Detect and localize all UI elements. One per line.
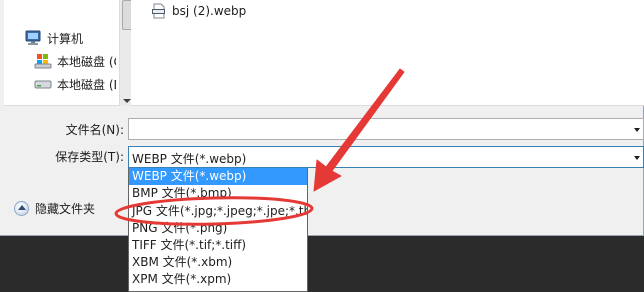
filetype-option-xbm[interactable]: XBM 文件(*.xbm) <box>129 254 307 271</box>
hide-folders-label: 隐藏文件夹 <box>35 201 96 216</box>
filetype-option-xpm[interactable]: XPM 文件(*.xpm) <box>129 271 307 288</box>
filetype-option-tiff[interactable]: TIFF 文件(*.tif;*.tiff) <box>129 237 307 254</box>
local-disk-icon <box>34 54 52 69</box>
nav-item-label: 计算机 <box>47 31 84 46</box>
computer-icon <box>25 30 41 45</box>
nav-item-label: 本地磁盘 (D <box>57 77 116 92</box>
filetype-option-jpg[interactable]: JPG 文件(*.jpg;*.jpeg;*.jpe;*.tbi) <box>129 203 307 220</box>
filetype-select[interactable]: WEBP 文件(*.webp) <box>128 146 644 168</box>
filetype-selected-value: WEBP 文件(*.webp) <box>132 152 247 166</box>
filename-label: 文件名(N): <box>65 123 124 137</box>
drive-icon <box>34 80 52 89</box>
filename-input[interactable] <box>131 121 621 137</box>
filetype-dropdown-list: WEBP 文件(*.webp) BMP 文件(*.bmp) JPG 文件(*.j… <box>128 168 308 292</box>
webp-file-icon <box>152 3 165 19</box>
file-list-pane: bsj (2).webp <box>131 0 644 106</box>
file-item[interactable]: bsj (2).webp <box>151 2 246 20</box>
filetype-label: 保存类型(T): <box>55 150 124 164</box>
chevron-down-icon[interactable] <box>634 128 640 132</box>
navigation-pane: 计算机 本地磁盘 (C 本地磁盘 (D <box>4 0 134 106</box>
background-area <box>0 236 128 292</box>
scroll-down-arrow-icon[interactable] <box>123 99 131 103</box>
chevron-down-icon[interactable] <box>634 156 640 160</box>
nav-item-local-disk-c[interactable]: 本地磁盘 (C <box>34 52 116 70</box>
filetype-option-webp[interactable]: WEBP 文件(*.webp) <box>129 168 307 185</box>
filetype-option-bmp[interactable]: BMP 文件(*.bmp) <box>129 185 307 202</box>
filename-combobox[interactable] <box>128 118 644 140</box>
filetype-option-png[interactable]: PNG 文件(*.png) <box>129 220 307 237</box>
nav-item-label: 本地磁盘 (C <box>57 54 116 69</box>
collapse-up-icon <box>14 200 29 216</box>
file-name: bsj (2).webp <box>172 4 247 18</box>
save-as-dialog: 计算机 本地磁盘 (C 本地磁盘 (D <box>0 0 644 236</box>
hide-folders-button[interactable]: 隐藏文件夹 <box>14 199 95 217</box>
background-area <box>308 236 644 292</box>
nav-item-computer[interactable]: 计算机 <box>24 29 119 47</box>
nav-item-local-disk-d[interactable]: 本地磁盘 (D <box>34 75 116 93</box>
